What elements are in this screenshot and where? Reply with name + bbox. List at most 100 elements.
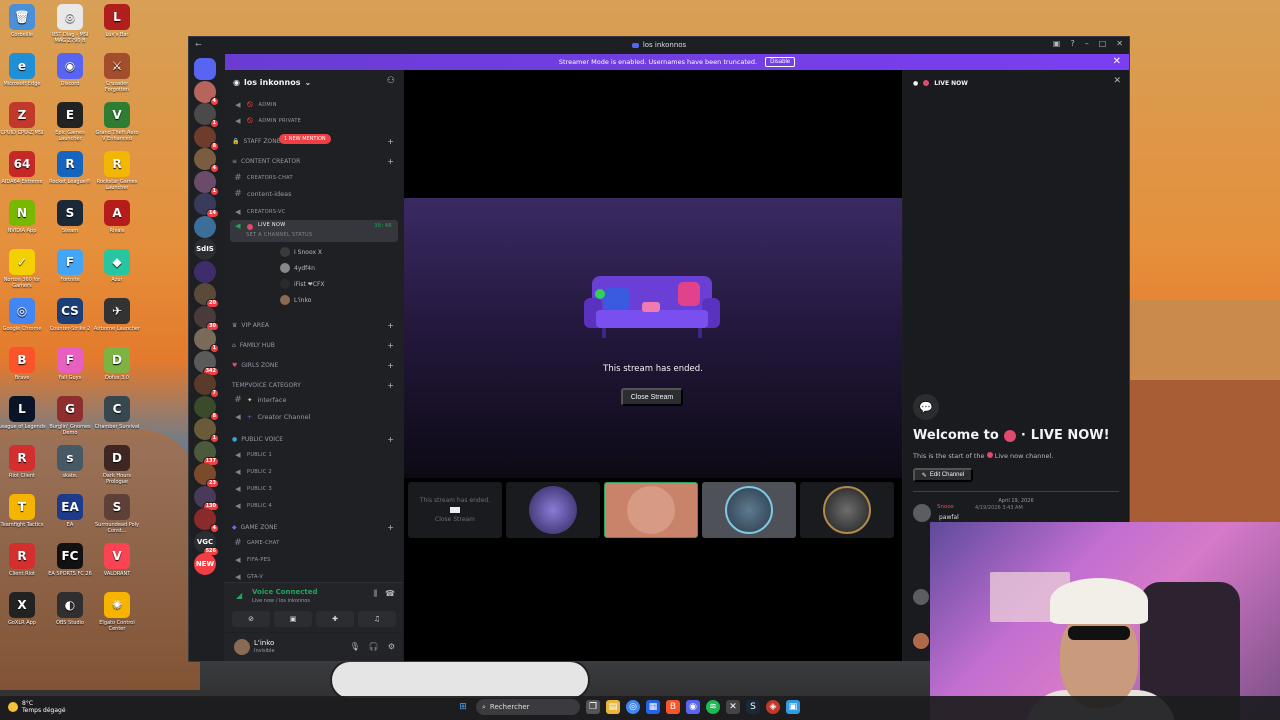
- server-icon[interactable]: 130: [194, 485, 219, 511]
- weather-widget[interactable]: 8°C Temps dégagé: [8, 700, 66, 714]
- voice-member[interactable]: 4ydf4n: [280, 261, 315, 275]
- microphone-icon[interactable]: 🎙: [350, 642, 360, 651]
- riot-client-icon[interactable]: ◈: [766, 700, 780, 714]
- server-icon[interactable]: SdIS: [194, 238, 216, 260]
- desktop-icon[interactable]: V Grand Theft Auto V Enhanced: [93, 102, 141, 142]
- channel-admin-private[interactable]: ◀ 🚫 ADMIN PRIVATE: [230, 113, 398, 129]
- server-icon[interactable]: 1: [194, 170, 219, 196]
- voice-member[interactable]: L'inko: [280, 293, 311, 307]
- desktop-icon[interactable]: D Dark Hours Prologue: [93, 445, 141, 485]
- desktop-icon[interactable]: R Rockstar Games Launcher: [93, 151, 141, 191]
- server-icon[interactable]: 4: [194, 508, 219, 533]
- category-girls-zone[interactable]: ♥ GIRLS ZONE +: [232, 361, 394, 370]
- desktop-icon[interactable]: F Fortnite: [46, 249, 94, 283]
- desktop-icon[interactable]: ◎ Google Chrome: [0, 298, 46, 332]
- taskbar-search[interactable]: ⌕ Rechercher: [476, 699, 580, 715]
- inbox-icon[interactable]: ▣: [1053, 39, 1061, 48]
- participant-tile[interactable]: [506, 482, 600, 538]
- voice-channel-path[interactable]: Live now / los inkonnos: [252, 598, 310, 604]
- server-icon[interactable]: 1: [194, 328, 219, 353]
- desktop-icon[interactable]: 🗑 Corbeille: [0, 4, 46, 38]
- desktop-icon[interactable]: ✓ Norton 360 for Gamers: [0, 249, 46, 289]
- help-icon[interactable]: ?: [1070, 39, 1074, 48]
- goxlr-icon[interactable]: ✕: [726, 700, 740, 714]
- add-channel-icon[interactable]: +: [387, 321, 394, 330]
- desktop-icon[interactable]: A Rivals: [93, 200, 141, 234]
- soundboard-button[interactable]: ♫: [358, 611, 396, 627]
- desktop-icon[interactable]: Z CPUID CPU-Z MSI: [0, 102, 46, 136]
- channel-public-1[interactable]: ◀ PUBLIC 1: [230, 447, 398, 463]
- voice-member[interactable]: iFist ❤CFX: [280, 277, 325, 291]
- disable-streamer-mode-button[interactable]: Disable: [765, 57, 796, 67]
- desktop-icon[interactable]: S Surroundead Poly Const...: [93, 494, 141, 534]
- server-icon[interactable]: NEW: [194, 553, 216, 575]
- channel-live-now[interactable]: ◀ LIVE NOW 30:46 Set a channel status: [230, 220, 398, 242]
- channel-public-3[interactable]: ◀ PUBLIC 3: [230, 481, 398, 497]
- chrome-icon[interactable]: ◎: [626, 700, 640, 714]
- mini-close-text[interactable]: Close Stream: [420, 515, 490, 524]
- activities-button[interactable]: ✚: [316, 611, 354, 627]
- server-icon[interactable]: 8: [194, 395, 219, 421]
- add-channel-icon[interactable]: +: [387, 381, 394, 390]
- channel-fifa-pes[interactable]: ◀ FIFA-PES: [230, 552, 398, 568]
- headset-icon[interactable]: 🎧: [369, 642, 379, 651]
- desktop-icon[interactable]: ◆ Azur: [93, 249, 141, 283]
- desktop-icon[interactable]: S Steam: [46, 200, 94, 234]
- server-icon[interactable]: 4: [194, 80, 219, 106]
- channel-public-4[interactable]: ◀ PUBLIC 4: [230, 498, 398, 514]
- category-content-creator[interactable]: ≡ CONTENT CREATOR +: [232, 157, 394, 166]
- windows-start-icon[interactable]: ⊞: [456, 700, 470, 714]
- desktop-icon[interactable]: C Chamber Survival: [93, 396, 141, 430]
- desktop-icon[interactable]: ✈ Airborne Launcher: [93, 298, 141, 332]
- channel-creator-channel[interactable]: ◀ + Creator Channel: [230, 409, 398, 425]
- desktop-icon[interactable]: V VALORANT: [93, 543, 141, 577]
- gear-icon[interactable]: ⚙: [388, 642, 395, 651]
- category-tempvoice[interactable]: TEMPVOICE CATEGORY +: [232, 381, 394, 390]
- file-explorer-icon[interactable]: ▤: [606, 700, 620, 714]
- desktop-icon[interactable]: D Dofus 3.0: [93, 347, 141, 381]
- channel-creators-chat[interactable]: # CREATORS-CHAT: [230, 170, 398, 186]
- desktop-icon[interactable]: FC EA SPORTS FC 26: [46, 543, 94, 577]
- add-channel-icon[interactable]: +: [387, 523, 394, 532]
- desktop-icon[interactable]: R Client Riot: [0, 543, 46, 577]
- channel-public-2[interactable]: ◀ PUBLIC 2: [230, 464, 398, 480]
- close-stream-button[interactable]: Close Stream: [621, 388, 683, 406]
- close-chat-icon[interactable]: ✕: [1113, 76, 1121, 86]
- desktop-icon[interactable]: X GoXLR App: [0, 592, 46, 626]
- server-icon[interactable]: 20: [194, 283, 219, 308]
- server-icon[interactable]: 7: [194, 373, 219, 398]
- channel-status[interactable]: Set a channel status: [246, 232, 312, 238]
- server-icon[interactable]: 1: [194, 103, 219, 128]
- server-header[interactable]: ◉ los inkonnos ⌄ ⚇: [224, 70, 403, 94]
- screen-share-button[interactable]: ▣: [274, 611, 312, 627]
- avatar[interactable]: [913, 589, 929, 605]
- channel-content-ideas[interactable]: # content-ideas: [230, 186, 398, 202]
- user-name[interactable]: L'inko: [254, 639, 274, 647]
- add-channel-icon[interactable]: +: [387, 435, 394, 444]
- desktop-icon[interactable]: F Fall Guys: [46, 347, 94, 381]
- discord-icon[interactable]: ◉: [686, 700, 700, 714]
- server-icon[interactable]: [194, 215, 216, 238]
- participant-tile-speaking[interactable]: [604, 482, 698, 538]
- category-game-zone[interactable]: ◆ GAME ZONE +: [232, 523, 394, 532]
- participant-tile[interactable]: [702, 482, 796, 538]
- desktop-icon[interactable]: B Brave: [0, 347, 46, 381]
- server-icon[interactable]: [194, 58, 216, 80]
- invite-icon[interactable]: ⚇: [387, 76, 395, 86]
- server-icon[interactable]: 137: [194, 440, 219, 466]
- desktop-icon[interactable]: ✺ Elgato Control Center: [93, 592, 141, 632]
- server-icon[interactable]: 1: [194, 418, 219, 443]
- server-icon[interactable]: 4: [194, 148, 219, 173]
- category-family-hub[interactable]: ⌂ FAMILY HUB +: [232, 341, 394, 350]
- close-window-icon[interactable]: ✕: [1116, 39, 1123, 48]
- desktop-icon[interactable]: ◉ Discord: [46, 53, 94, 87]
- server-icon[interactable]: 30: [194, 305, 219, 331]
- edit-channel-button[interactable]: ✎ Edit Channel: [913, 468, 973, 482]
- add-channel-icon[interactable]: +: [387, 157, 394, 166]
- category-vip-area[interactable]: ♛ VIP AREA +: [232, 321, 394, 330]
- server-icon[interactable]: 8: [194, 125, 219, 151]
- category-staff-zone[interactable]: 🔒 STAFF ZONE +: [232, 137, 394, 146]
- desktop-icon[interactable]: G Burglin' Gnomes Demo: [46, 396, 94, 436]
- task-view-icon[interactable]: ❐: [586, 700, 600, 714]
- server-icon[interactable]: [194, 260, 216, 283]
